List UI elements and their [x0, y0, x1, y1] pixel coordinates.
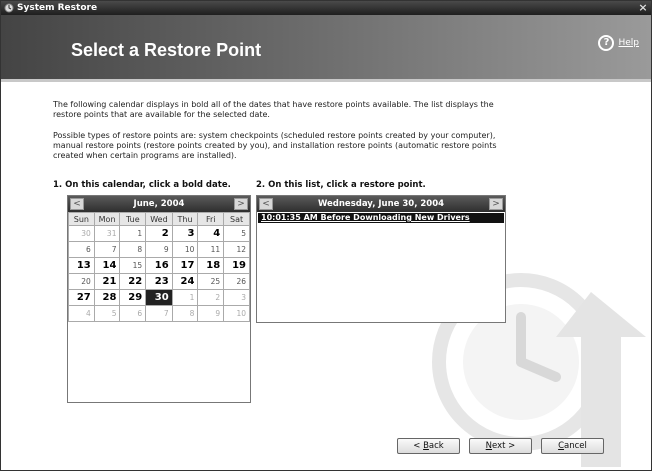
calendar-day[interactable]: 29 — [119, 289, 147, 306]
wizard-header: Select a Restore Point ? Help — [1, 15, 651, 79]
calendar-day[interactable]: 9 — [145, 241, 173, 258]
calendar-day[interactable]: 26 — [223, 273, 250, 290]
calendar-day[interactable]: 6 — [119, 305, 147, 322]
calendar-day[interactable]: 14 — [93, 257, 121, 274]
restore-list-day-label: Wednesday, June 30, 2004 — [317, 199, 445, 209]
step-2-label: 2. On this list, click a restore point. — [256, 180, 426, 190]
back-prefix: < — [413, 441, 424, 451]
calendar-day[interactable]: 21 — [93, 273, 121, 290]
calendar-weekday-header: Sat — [223, 212, 250, 226]
calendar-day[interactable]: 30 — [68, 225, 95, 242]
calendar-day[interactable]: 2 — [145, 225, 173, 242]
back-button[interactable]: < Back — [397, 438, 460, 454]
description-paragraph-2: Possible types of restore points are: sy… — [53, 131, 497, 160]
restore-list-next-button[interactable]: > — [489, 198, 503, 210]
description-paragraph-1: The following calendar displays in bold … — [53, 100, 494, 119]
calendar-day[interactable]: 16 — [145, 257, 173, 274]
calendar-week-row: 20 21 22 23 24 25 26 — [68, 273, 250, 290]
calendar-day[interactable]: 12 — [223, 241, 250, 258]
calendar-week-row: 4 5 6 7 8 9 10 — [68, 305, 250, 322]
calendar-day[interactable]: 18 — [197, 257, 225, 274]
calendar-day[interactable]: 9 — [197, 305, 225, 322]
calendar-day[interactable]: 3 — [223, 289, 250, 306]
calendar-day[interactable]: 31 — [93, 225, 121, 242]
calendar-weekday-header: Thu — [171, 212, 199, 226]
restore-point-item[interactable]: 10:01:35 AM Before Downloading New Drive… — [258, 213, 504, 223]
calendar-week-row: 27 28 29 30 1 2 3 — [68, 289, 250, 306]
cancel-label-rest: ancel — [564, 441, 587, 451]
window-title: System Restore — [17, 3, 98, 13]
calendar-week-row: 30 31 1 2 3 4 5 — [68, 225, 250, 242]
calendar-day[interactable]: 24 — [171, 273, 199, 290]
calendar-month-label: June, 2004 — [133, 199, 185, 209]
calendar-day[interactable]: 1 — [119, 225, 147, 242]
help-link[interactable]: ? Help — [598, 35, 639, 51]
calendar-day[interactable]: 27 — [68, 289, 95, 306]
calendar: < June, 2004 > Sun Mon Tue Wed Thu Fri Sat 30 3… — [67, 195, 251, 403]
calendar-day[interactable]: 4 — [68, 305, 95, 322]
calendar-day[interactable]: 7 — [145, 305, 173, 322]
system-restore-window: System Restore × Select a Restore Point … — [0, 0, 652, 471]
calendar-day[interactable]: 15 — [119, 257, 147, 274]
calendar-day-selected[interactable]: 30 — [145, 289, 173, 306]
cancel-button[interactable]: Cancel — [541, 438, 604, 454]
calendar-day[interactable]: 2 — [197, 289, 225, 306]
back-label-rest: ack — [428, 441, 444, 451]
restore-list-header: < Wednesday, June 30, 2004 > — [257, 196, 505, 212]
calendar-day[interactable]: 11 — [197, 241, 225, 258]
calendar-day[interactable]: 3 — [171, 225, 199, 242]
calendar-day[interactable]: 22 — [119, 273, 147, 290]
calendar-weekday-header: Tue — [119, 212, 147, 226]
calendar-day[interactable]: 10 — [171, 241, 199, 258]
next-button[interactable]: Next > — [469, 438, 532, 454]
calendar-day[interactable]: 28 — [93, 289, 121, 306]
calendar-day[interactable]: 13 — [68, 257, 95, 274]
calendar-next-button[interactable]: > — [234, 198, 248, 210]
page-title: Select a Restore Point — [71, 40, 262, 60]
calendar-day[interactable]: 25 — [197, 273, 225, 290]
calendar-week-row: 13 14 15 16 17 18 19 — [68, 257, 250, 274]
calendar-weekday-header: Fri — [197, 212, 225, 226]
calendar-day[interactable]: 6 — [68, 241, 95, 258]
calendar-day[interactable]: 20 — [68, 273, 95, 290]
calendar-weekday-header: Mon — [93, 212, 121, 226]
calendar-weekday-header: Sun — [68, 212, 95, 226]
calendar-day[interactable]: 4 — [197, 225, 225, 242]
calendar-day[interactable]: 19 — [223, 257, 250, 274]
wizard-content: The following calendar displays in bold … — [1, 82, 651, 470]
calendar-day[interactable]: 23 — [145, 273, 173, 290]
close-button[interactable]: × — [637, 1, 649, 15]
calendar-header: < June, 2004 > — [68, 196, 250, 212]
system-restore-icon — [4, 3, 14, 13]
title-bar[interactable]: System Restore × — [1, 1, 651, 15]
calendar-day[interactable]: 10 — [223, 305, 250, 322]
calendar-day[interactable]: 17 — [171, 257, 199, 274]
calendar-weekday-header: Wed — [145, 212, 173, 226]
calendar-grid: Sun Mon Tue Wed Thu Fri Sat 30 31 1 2 3 4 5 6 7 8 9 10 11 1… — [68, 212, 250, 322]
next-label-rest: ext > — [492, 441, 516, 451]
calendar-day[interactable]: 7 — [93, 241, 121, 258]
calendar-day[interactable]: 8 — [119, 241, 147, 258]
calendar-day[interactable]: 5 — [223, 225, 250, 242]
step-1-label: 1. On this calendar, click a bold date. — [53, 180, 231, 190]
restore-point-list: < Wednesday, June 30, 2004 > 10:01:35 AM… — [256, 195, 506, 323]
help-icon: ? — [598, 35, 615, 51]
calendar-day[interactable]: 5 — [93, 305, 121, 322]
calendar-day[interactable]: 1 — [171, 289, 199, 306]
calendar-week-row: 6 7 8 9 10 11 12 — [68, 241, 250, 258]
calendar-day[interactable]: 8 — [171, 305, 199, 322]
help-label: Help — [618, 38, 639, 48]
